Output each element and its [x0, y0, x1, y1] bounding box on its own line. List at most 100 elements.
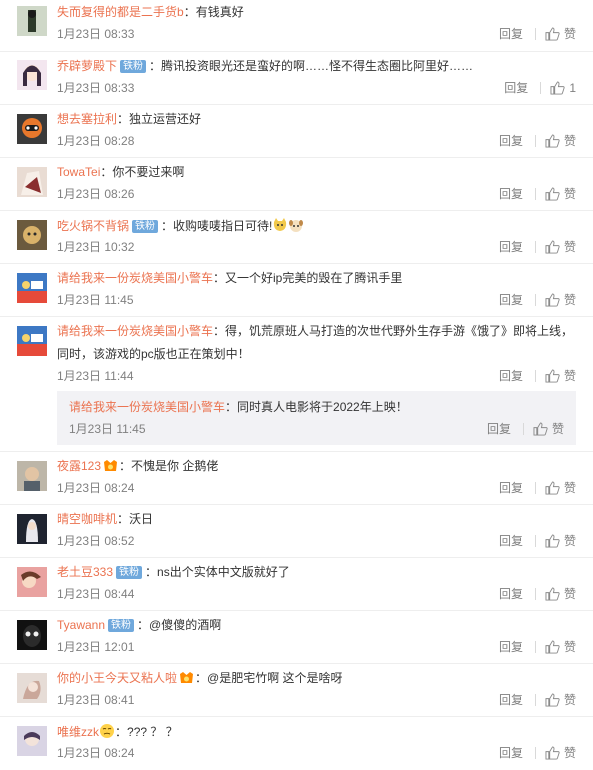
reply-button[interactable]: 回复	[499, 133, 523, 149]
avatar[interactable]	[17, 6, 47, 36]
divider	[534, 135, 536, 147]
avatar[interactable]	[17, 673, 47, 703]
reply-button[interactable]: 回复	[499, 186, 523, 202]
comment-time: 1月23日 11:45	[69, 422, 146, 436]
comment-actions: 回复 赞	[499, 368, 576, 384]
avatar[interactable]	[17, 220, 47, 250]
like-button[interactable]: 赞	[545, 692, 576, 708]
reply-button[interactable]: 回复	[499, 480, 523, 496]
username-link[interactable]: 你的小王今天又粘人啦	[57, 671, 177, 685]
comment-item: 失而复得的都是二手货b：有钱真好 1月23日 08:33 回复 赞	[0, 0, 593, 52]
like-button[interactable]: 赞	[545, 533, 576, 549]
username-link[interactable]: 乔辟萝殿下	[57, 59, 117, 73]
username-link[interactable]: 想去塞拉利	[57, 112, 117, 126]
comment-text: ：@傻傻的酒啊	[137, 618, 222, 632]
comment-line: 你的小王今天又粘人啦 ：@是肥宅竹啊 这个是啥呀	[57, 670, 343, 686]
comment-text: ：收购唛唛指日可待!	[161, 219, 273, 233]
reply-button[interactable]: 回复	[499, 292, 523, 308]
avatar[interactable]	[17, 620, 47, 650]
username-link[interactable]: 请给我来一份炭烧美国小警车	[69, 400, 225, 414]
comment-actions: 回复 赞	[499, 639, 576, 655]
reply-button[interactable]: 回复	[499, 745, 523, 761]
fan-badge: 铁粉	[108, 619, 135, 632]
comment-item: 唯维zzk ：??? ？ ？ 1月23日 08:24 回复 赞	[0, 717, 593, 770]
comment-text: ：ns出个实体中文版就好了	[145, 565, 290, 579]
thumbs-up-icon	[545, 587, 560, 601]
comment-item: 吃火锅不背锅 铁粉 ：收购唛唛指日可待! 1月23日 10:32 回复 赞	[0, 211, 593, 264]
comment-actions: 回复 1	[504, 80, 576, 96]
like-button[interactable]: 赞	[545, 239, 576, 255]
comment-line: 请给我来一份炭烧美国小警车：又一个好ip完美的毁在了腾讯手里	[57, 270, 402, 286]
username-link[interactable]: 失而复得的都是二手货b	[57, 5, 184, 19]
username-link[interactable]: 吃火锅不背锅	[57, 219, 129, 233]
like-button[interactable]: 赞	[545, 586, 576, 602]
like-button[interactable]: 赞	[545, 639, 576, 655]
username-link[interactable]: 老土豆333	[57, 565, 113, 579]
divider	[534, 370, 536, 382]
reply-button[interactable]: 回复	[504, 80, 528, 96]
like-count: 赞	[551, 422, 564, 436]
like-button[interactable]: 赞	[533, 421, 564, 437]
avatar[interactable]	[17, 514, 47, 544]
like-count: 赞	[563, 134, 576, 148]
avatar[interactable]	[17, 114, 47, 144]
reply-button[interactable]: 回复	[499, 26, 523, 42]
username-link[interactable]: 请给我来一份炭烧美国小警车	[57, 271, 213, 285]
comment-item: TowaTei：你不要过来啊 1月23日 08:26 回复 赞	[0, 158, 593, 211]
comment-text: ：腾讯投资眼光还是蛮好的啊……怪不得生态圈比阿里好……	[149, 59, 474, 73]
username-link[interactable]: 晴空咖啡机	[57, 512, 117, 526]
avatar[interactable]	[17, 167, 47, 197]
username-link[interactable]: TowaTei	[57, 165, 100, 179]
sub-reply: 请给我来一份炭烧美国小警车：同时真人电影将于2022年上映！ 1月23日 11:…	[57, 391, 576, 445]
avatar[interactable]	[17, 326, 47, 356]
comment-text: ：得，饥荒原班人马打造的次世代野外生存手游《饿了》即将上线，	[213, 324, 574, 338]
comment-actions: 回复 赞	[499, 26, 576, 42]
thumbs-up-icon	[545, 187, 560, 201]
vip-badge-icon	[104, 460, 118, 471]
divider	[540, 82, 542, 94]
username-link[interactable]: 请给我来一份炭烧美国小警车	[57, 324, 213, 338]
comment-item: 夜露123 ：不愧是你 企鹅佬 1月23日 08:24 回复 赞	[0, 452, 593, 505]
thumbs-up-icon	[545, 534, 560, 548]
divider	[534, 188, 536, 200]
like-button[interactable]: 1	[550, 80, 576, 96]
username-link[interactable]: 唯维zzk	[57, 725, 99, 739]
like-button[interactable]: 赞	[545, 368, 576, 384]
comment-text: ：又一个好ip完美的毁在了腾讯手里	[213, 271, 403, 285]
reply-button[interactable]: 回复	[499, 368, 523, 384]
like-button[interactable]: 赞	[545, 480, 576, 496]
comment-time: 1月23日 08:52	[57, 534, 135, 548]
comment-time: 1月23日 08:33	[57, 27, 135, 41]
username-link[interactable]: 夜露123	[57, 459, 101, 473]
like-button[interactable]: 赞	[545, 133, 576, 149]
avatar[interactable]	[17, 273, 47, 303]
comment-text: ：不愧是你 企鹅佬	[119, 459, 219, 473]
username-link[interactable]: Tyawann	[57, 618, 105, 632]
reply-button[interactable]: 回复	[487, 421, 511, 437]
comment-line: 夜露123 ：不愧是你 企鹅佬	[57, 458, 218, 474]
comment-text: ：有钱真好	[183, 5, 244, 19]
like-button[interactable]: 赞	[545, 186, 576, 202]
avatar[interactable]	[17, 60, 47, 90]
avatar[interactable]	[17, 726, 47, 756]
reply-button[interactable]: 回复	[499, 239, 523, 255]
like-button[interactable]: 赞	[545, 292, 576, 308]
like-count: 赞	[563, 640, 576, 654]
reply-button[interactable]: 回复	[499, 533, 523, 549]
reply-button[interactable]: 回复	[499, 692, 523, 708]
like-count: 赞	[563, 534, 576, 548]
like-count: 赞	[563, 293, 576, 307]
like-count: 赞	[563, 693, 576, 707]
avatar[interactable]	[17, 461, 47, 491]
comment-actions: 回复 赞	[499, 480, 576, 496]
fan-badge: 铁粉	[132, 220, 159, 233]
fan-badge: 铁粉	[120, 60, 147, 73]
reply-button[interactable]: 回复	[499, 586, 523, 602]
comment-text: ：同时真人电影将于2022年上映！	[225, 400, 408, 414]
avatar[interactable]	[17, 567, 47, 597]
comment-time: 1月23日 08:24	[57, 481, 135, 495]
reply-button[interactable]: 回复	[499, 639, 523, 655]
comment-text: ：独立运营还好	[117, 112, 202, 126]
like-button[interactable]: 赞	[545, 26, 576, 42]
like-button[interactable]: 赞	[545, 745, 576, 761]
